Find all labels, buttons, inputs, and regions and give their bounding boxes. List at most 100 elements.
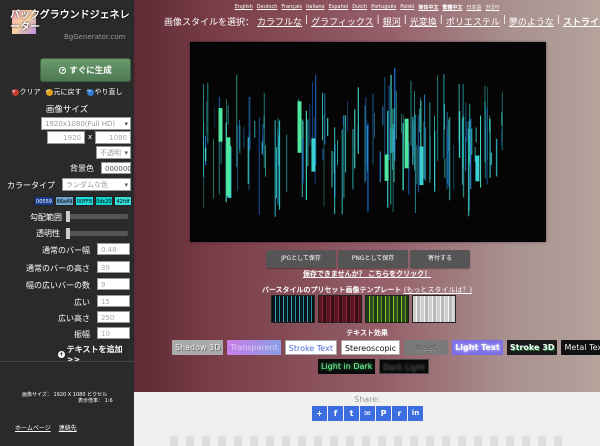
generate-button[interactable]: すぐに生成 — [40, 58, 131, 82]
gradient-range-slider[interactable] — [66, 211, 128, 222]
text-effect-shadow-3d[interactable]: Shadow 3D — [172, 340, 224, 355]
undo-action[interactable]: ↶ 元に戻す — [45, 87, 82, 97]
stripe-bar — [453, 145, 455, 190]
reddit-icon[interactable]: r — [392, 406, 407, 421]
style-link[interactable]: カラフルな — [257, 15, 302, 28]
lang-link[interactable]: Deutsch — [257, 4, 278, 11]
stripe-bar — [471, 128, 473, 156]
color-swatch[interactable]: 00559 — [34, 196, 54, 206]
app-title[interactable]: バックグラウンドジェネレーター — [10, 10, 130, 34]
preview-canvas[interactable] — [190, 42, 546, 242]
stripe-bar — [437, 75, 439, 161]
preset-thumb[interactable] — [412, 295, 456, 323]
wide-count-input[interactable]: 9 — [97, 278, 130, 290]
lang-link[interactable]: Italiano — [306, 4, 325, 11]
lang-link[interactable]: Dutch — [352, 4, 367, 11]
home-link[interactable]: ホームページ — [15, 423, 51, 432]
style-link[interactable]: 銀河 — [383, 15, 401, 28]
preset-thumb[interactable] — [271, 295, 315, 323]
wide-input[interactable]: 15 — [97, 295, 130, 307]
stripe-bar — [446, 112, 448, 184]
facebook-icon[interactable]: f — [328, 406, 343, 421]
text-effect-metal[interactable]: Metal Text — [561, 340, 600, 355]
color-swatch[interactable]: 0dc20 — [95, 196, 113, 206]
style-link[interactable]: 光変換 — [410, 15, 437, 28]
app-url[interactable]: BgGenerator.com — [64, 33, 125, 41]
lang-link[interactable]: Français — [281, 4, 302, 11]
style-link[interactable]: ポリエステル — [446, 15, 500, 28]
lang-link[interactable]: 한국어 — [485, 4, 499, 11]
redo-action[interactable]: ↷ やり直し — [86, 87, 123, 97]
bg-color-input[interactable]: 000000 — [101, 162, 132, 174]
text-effect-light-in-dark[interactable]: Light in Dark — [318, 359, 376, 374]
stripe-bar — [247, 137, 249, 184]
clear-action[interactable]: ✕ クリア — [11, 87, 41, 97]
share-plus-icon[interactable]: + — [312, 406, 327, 421]
stripe-bar — [203, 122, 205, 208]
preset-thumb[interactable] — [318, 295, 362, 323]
transparency-slider[interactable] — [66, 228, 128, 239]
color-swatch[interactable]: 00FF8 — [75, 196, 94, 206]
text-effect-light[interactable]: Light Text — [452, 340, 503, 355]
save-buttons: JPGとして保存 PNGとして保存 寄付する — [266, 250, 470, 268]
redo-label: やり直し — [94, 88, 123, 96]
color-swatch[interactable]: 42fdf — [114, 196, 132, 206]
stripe-bar — [357, 87, 359, 154]
color-type-select[interactable]: ランダムな色 — [62, 178, 131, 191]
lang-link[interactable]: 日本語 — [466, 4, 481, 11]
preset-thumb[interactable] — [365, 295, 409, 323]
lang-link[interactable]: 繁體中文 — [442, 4, 462, 11]
save-jpg-button[interactable]: JPGとして保存 — [266, 250, 336, 268]
wide-stripe-bar — [226, 137, 231, 196]
amplitude-input[interactable]: 10 — [97, 327, 130, 339]
twitter-icon[interactable]: t — [344, 406, 359, 421]
color-swatch[interactable]: 66a49 — [55, 196, 74, 206]
text-effect-transparent[interactable]: Transparent — [227, 340, 281, 355]
stripe-bar — [274, 120, 276, 217]
lang-link[interactable]: English — [235, 4, 253, 11]
email-icon[interactable]: ✉ — [360, 406, 375, 421]
lang-link[interactable]: Polski — [400, 4, 414, 11]
save-png-button[interactable]: PNGとして保存 — [338, 250, 408, 268]
contact-link[interactable]: 連絡先 — [59, 423, 77, 432]
text-effect-stroke[interactable]: Stroke Text — [284, 340, 337, 355]
text-effect-inset[interactable]: Inset — [404, 340, 449, 355]
stripe-bar — [262, 123, 264, 156]
stripe-bar — [417, 115, 420, 193]
redo-icon: ↷ — [86, 88, 94, 96]
pinterest-icon[interactable]: P — [376, 406, 391, 421]
opacity-select[interactable]: 不透明 — [96, 146, 131, 159]
save-help-link[interactable]: 保存できませんか？ こちらをクリック！ — [134, 269, 600, 279]
stripe-bar — [374, 113, 375, 138]
text-effect-dark-light[interactable]: Dark Light — [379, 359, 429, 374]
stripe-bar — [410, 80, 412, 146]
size-preset-select[interactable]: 1920x1080(Full HD) — [41, 117, 131, 130]
normal-height-input[interactable]: 39 — [97, 261, 130, 273]
linkedin-icon[interactable]: in — [408, 406, 423, 421]
slider-handle[interactable] — [66, 228, 70, 239]
text-effect-stereoscopic[interactable]: Stereoscopic — [340, 340, 401, 355]
stripe-bar — [486, 108, 488, 185]
stripe-bar — [388, 85, 390, 161]
style-link[interactable]: グラフィックス — [311, 15, 374, 28]
divider — [0, 361, 134, 362]
lang-link[interactable]: Português — [371, 4, 396, 11]
height-input[interactable]: 1080 — [95, 131, 131, 144]
size-times: x — [88, 133, 93, 141]
clear-label: クリア — [19, 88, 41, 96]
lang-link[interactable]: 简体中文 — [418, 4, 438, 11]
lang-link[interactable]: Español — [329, 4, 349, 11]
wide-height-input[interactable]: 250 — [97, 311, 130, 323]
slider-handle[interactable] — [66, 211, 70, 222]
more-styles-link[interactable]: (もっとスタイルは？) — [404, 286, 472, 294]
stripe-bar — [302, 138, 304, 184]
style-link-current[interactable]: ストライプ — [563, 15, 600, 28]
donate-button[interactable]: 寄付する — [410, 250, 470, 268]
stripe-bar — [501, 91, 503, 151]
stripe-bar — [429, 102, 431, 183]
stripe-bar — [307, 119, 309, 167]
normal-width-input[interactable]: 0.48 — [97, 243, 130, 255]
text-effect-stroke-3d[interactable]: Stroke 3D — [506, 340, 558, 355]
width-input[interactable]: 1920 — [47, 131, 85, 144]
style-link[interactable]: 夢のような — [509, 15, 554, 28]
